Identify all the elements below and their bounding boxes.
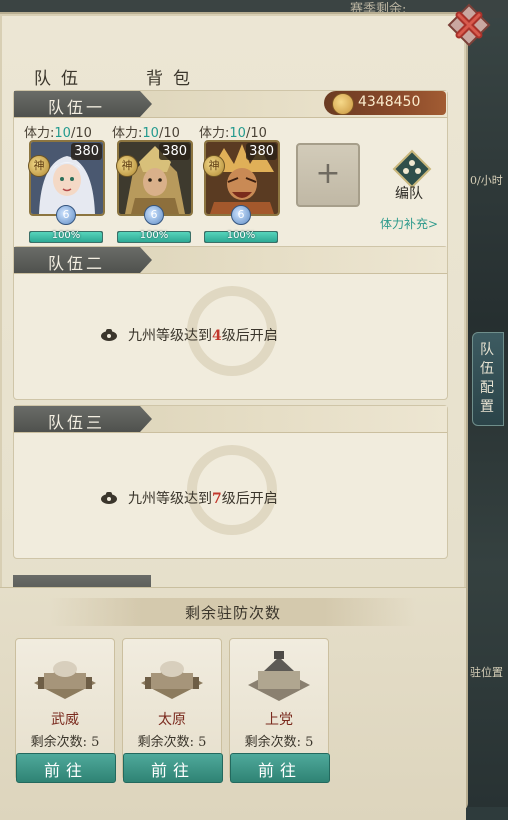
coin-icon bbox=[332, 93, 354, 115]
team-name-1: 队伍一 bbox=[48, 98, 106, 117]
team-card-1: 队伍一 4348450 体力:10/10 体力:10/10 体力:10/10 3… bbox=[13, 90, 448, 252]
city-card-wuwei: 武威 剩余次数: 5 前往 bbox=[15, 638, 116, 783]
close-icon[interactable] bbox=[447, 3, 491, 47]
city-fortress-icon bbox=[141, 661, 203, 699]
lock-icon bbox=[101, 329, 117, 341]
stamina-label-2: 体力:10/10 bbox=[112, 126, 180, 141]
go-button-shangdang[interactable]: 前往 bbox=[230, 753, 330, 783]
hero-level-2: 380 bbox=[159, 143, 190, 160]
team-config-panel: 队伍 背包 队伍一 4348450 体力:10/10 体力:10/10 体力:1… bbox=[0, 12, 468, 820]
city-remaining-shangdang: 剩余次数: 5 bbox=[244, 735, 314, 750]
city-fortress-icon bbox=[34, 661, 96, 699]
add-hero-slot[interactable]: + bbox=[296, 143, 360, 207]
hero-hp-text-1: 100% bbox=[51, 230, 81, 241]
team-tab-1: 队伍一 bbox=[14, 91, 152, 117]
hero-class-icon-2: 6 bbox=[144, 205, 164, 225]
go-button-taiyuan[interactable]: 前往 bbox=[123, 753, 223, 783]
hero-class-icon-1: 6 bbox=[56, 205, 76, 225]
go-button-wuwei[interactable]: 前往 bbox=[16, 753, 116, 783]
stamina-label-3: 体力:10/10 bbox=[199, 126, 267, 141]
stamina-label-1: 体力:10/10 bbox=[24, 126, 92, 141]
hero-hp-bar-2: 100% bbox=[117, 230, 191, 243]
team-name-2: 队伍二 bbox=[48, 254, 106, 273]
city-palace-icon bbox=[248, 651, 310, 701]
hero-hp-text-2: 100% bbox=[139, 230, 169, 241]
plus-icon: + bbox=[315, 156, 341, 191]
team-name-3: 队伍三 bbox=[48, 413, 106, 432]
hero-hp-text-3: 100% bbox=[226, 230, 256, 241]
stamina-refill-link[interactable]: 体力补充> bbox=[380, 215, 438, 232]
hero-level-3: 380 bbox=[246, 143, 277, 160]
team-tab-2: 队伍二 bbox=[14, 247, 152, 273]
team-card-2: 队伍二 九州等级达到4级后开启 bbox=[13, 246, 448, 400]
team-unlock-hint-2: 九州等级达到4级后开启 bbox=[100, 325, 400, 345]
city-card-taiyuan: 太原 剩余次数: 5 前往 bbox=[122, 638, 223, 783]
coin-amount: 4348450 bbox=[358, 94, 421, 110]
tab-team[interactable]: 队伍 bbox=[34, 64, 88, 89]
formation-button-label[interactable]: 编队 bbox=[395, 183, 423, 203]
hero-hp-bar-3: 100% bbox=[204, 230, 278, 243]
go-button-label: 前往 bbox=[150, 761, 195, 780]
hero-rank-badge-3: 神 bbox=[203, 155, 225, 177]
team-tab-3: 队伍三 bbox=[14, 406, 152, 432]
city-remaining-wuwei: 剩余次数: 5 bbox=[30, 735, 100, 750]
go-button-label: 前往 bbox=[257, 761, 302, 780]
city-remaining-taiyuan: 剩余次数: 5 bbox=[137, 735, 207, 750]
hero-class-icon-3: 6 bbox=[231, 205, 251, 225]
team-locked-area-2: 九州等级达到4级后开启 bbox=[14, 273, 447, 398]
hero-rank-badge-2: 神 bbox=[116, 155, 138, 177]
city-name-taiyuan: 太原 bbox=[158, 712, 186, 728]
background-position-text: 驻位置 bbox=[470, 666, 503, 679]
garrison-title: 剩余驻防次数 bbox=[184, 604, 281, 622]
city-card-shangdang: 上党 剩余次数: 5 前往 bbox=[229, 638, 330, 783]
team-locked-area-3: 九州等级达到7级后开启 bbox=[14, 432, 447, 557]
side-tab-label: 队伍配置 bbox=[480, 342, 494, 415]
go-button-label: 前往 bbox=[43, 761, 88, 780]
hero-level-1: 380 bbox=[71, 143, 102, 160]
lock-icon bbox=[101, 492, 117, 504]
background-rate-text: 0/小时 bbox=[470, 174, 503, 187]
garrison-section: 剩余驻防次数 武威 剩余次数: 5 前往 太原 剩余次数: 5 前往 上党 剩余… bbox=[0, 587, 466, 820]
hero-rank-badge-1: 神 bbox=[28, 155, 50, 177]
team-unlock-hint-3: 九州等级达到7级后开启 bbox=[100, 488, 400, 508]
city-name-shangdang: 上党 bbox=[265, 712, 293, 728]
city-name-wuwei: 武威 bbox=[51, 712, 79, 728]
team-config-side-tab[interactable]: 队伍配置 bbox=[472, 332, 504, 426]
hero-hp-bar-1: 100% bbox=[29, 230, 103, 243]
team-card-3: 队伍三 九州等级达到7级后开启 bbox=[13, 405, 448, 559]
tab-bag[interactable]: 背包 bbox=[146, 64, 200, 89]
